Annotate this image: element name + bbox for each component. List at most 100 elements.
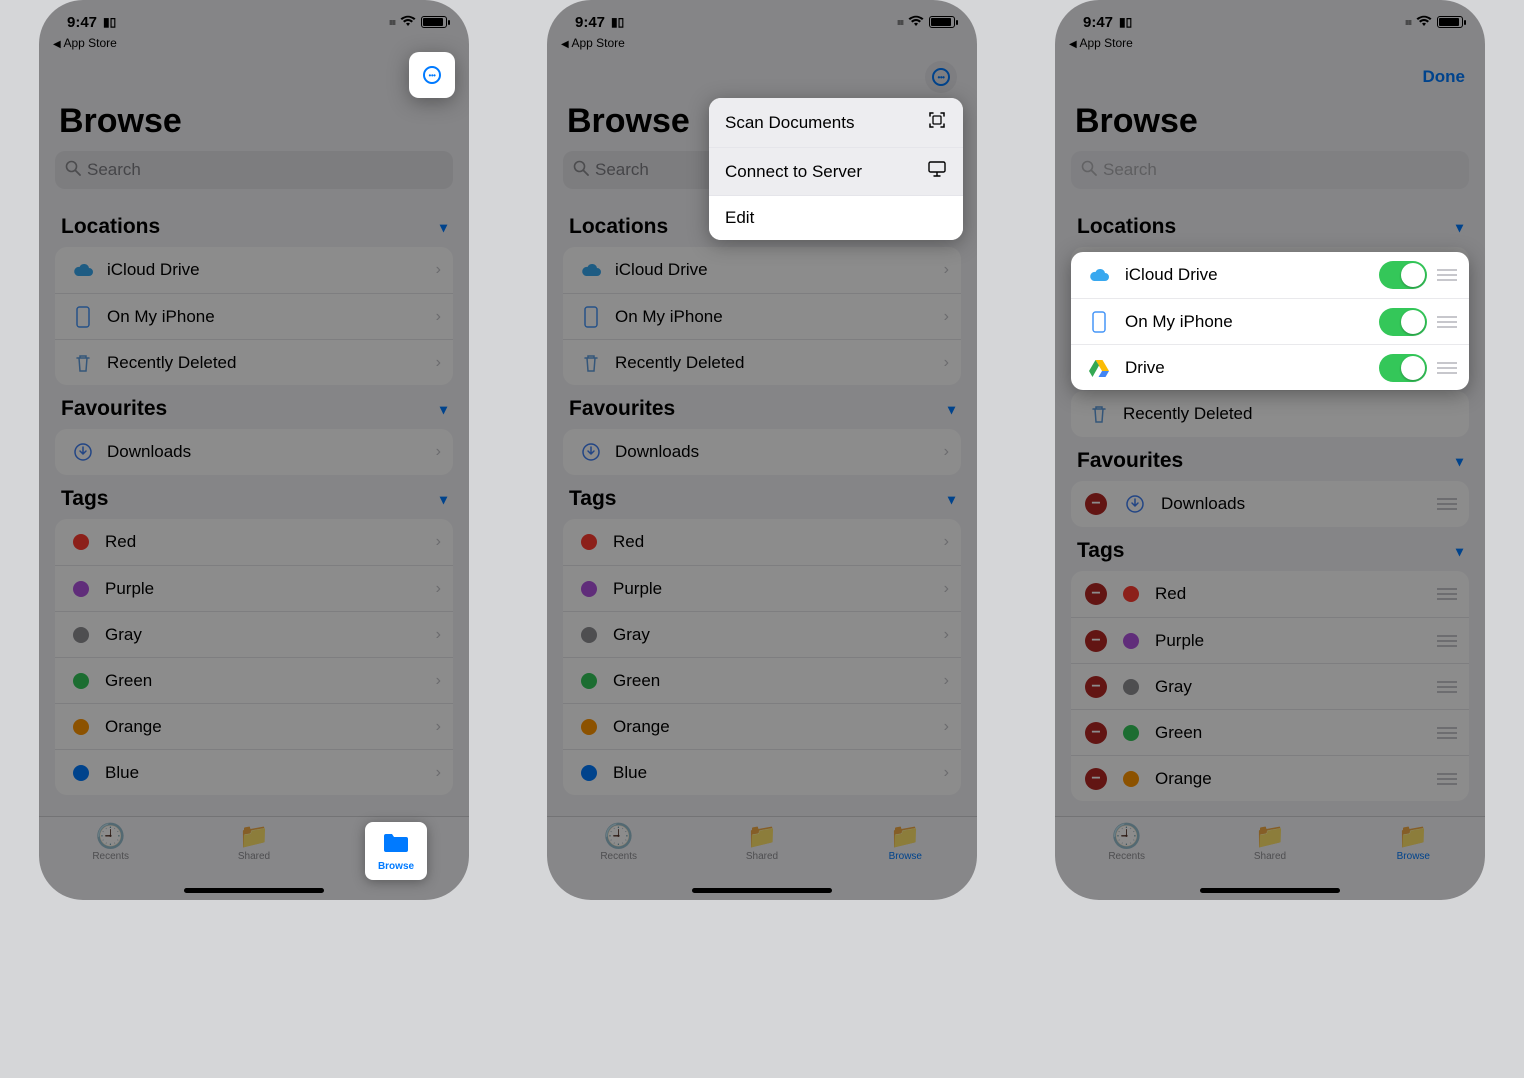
tag-dot-icon — [73, 719, 89, 735]
location-icloud[interactable]: iCloud Drive› — [563, 247, 961, 293]
tab-browse[interactable]: 📁Browse — [1342, 817, 1485, 900]
download-icon — [1121, 494, 1149, 514]
more-button[interactable]: ••• — [925, 61, 957, 93]
tag-dot-icon — [73, 673, 89, 689]
tag-gray[interactable]: Gray› — [55, 611, 453, 657]
chevron-down-icon: ▾ — [440, 219, 447, 236]
tab-recents[interactable]: 🕘Recents — [547, 817, 690, 900]
menu-edit[interactable]: Edit — [709, 196, 963, 240]
search-input[interactable]: Search — [1071, 151, 1469, 189]
back-to-app[interactable]: App Store — [39, 36, 469, 56]
toggle-drive[interactable] — [1379, 354, 1427, 382]
tab-recents[interactable]: 🕘Recents — [39, 817, 182, 900]
tag-blue[interactable]: Blue› — [563, 749, 961, 795]
home-indicator[interactable] — [692, 888, 832, 893]
panel-browse-edit-mode: 9:47▮▯ ıııı App Store Done Browse Search… — [1055, 0, 1485, 900]
clock-icon: 🕘 — [96, 825, 126, 849]
download-icon — [69, 442, 97, 462]
location-icloud[interactable]: iCloud Drive › — [55, 247, 453, 293]
tag-gray[interactable]: Gray› — [563, 611, 961, 657]
status-time: 9:47 — [67, 14, 97, 31]
tab-recents[interactable]: 🕘Recents — [1055, 817, 1198, 900]
more-icon: ••• — [423, 66, 441, 84]
page-title: Browse — [39, 96, 469, 151]
edit-location-drive[interactable]: Drive — [1071, 344, 1469, 390]
phone-icon — [69, 306, 97, 328]
scan-icon — [927, 110, 947, 135]
section-favourites[interactable]: Favourites ▾ — [55, 385, 453, 429]
tag-green-edit[interactable]: −Green — [1071, 709, 1469, 755]
battery-icon — [421, 16, 447, 28]
location-recently-deleted[interactable]: Recently Deleted› — [563, 339, 961, 385]
panel-browse-menu-open: 9:47▮▯ ıııı App Store ••• Browse Search … — [547, 0, 977, 900]
search-input[interactable]: Search — [55, 151, 453, 189]
location-recently-deleted[interactable]: Recently Deleted — [1071, 391, 1469, 437]
menu-connect-to-server[interactable]: Connect to Server — [709, 148, 963, 196]
tab-browse[interactable]: 📁Browse — [834, 817, 977, 900]
favourite-downloads-edit[interactable]: − Downloads — [1071, 481, 1469, 527]
cellular-secondary-icon: ıııı — [389, 17, 395, 27]
location-on-my-iphone[interactable]: On My iPhone › — [55, 293, 453, 339]
location-on-my-iphone[interactable]: On My iPhone› — [563, 293, 961, 339]
sim-icon: ▮▯ — [103, 15, 116, 29]
context-menu: Scan Documents Connect to Server Edit — [709, 98, 963, 240]
section-tags[interactable]: Tags ▾ — [55, 475, 453, 519]
tag-green[interactable]: Green› — [563, 657, 961, 703]
status-bar: 9:47 ▮▯ ıııı — [39, 0, 469, 36]
section-favourites[interactable]: Favourites▾ — [1071, 437, 1469, 481]
done-button[interactable]: Done — [1423, 67, 1466, 87]
trash-icon — [69, 353, 97, 373]
reorder-handle-icon[interactable] — [1437, 588, 1457, 600]
section-locations[interactable]: Locations ▾ — [55, 203, 453, 247]
tag-red[interactable]: Red› — [563, 519, 961, 565]
tag-dot-icon — [73, 534, 89, 550]
cloud-icon — [69, 262, 97, 278]
menu-scan-documents[interactable]: Scan Documents — [709, 98, 963, 148]
location-recently-deleted[interactable]: Recently Deleted › — [55, 339, 453, 385]
reorder-handle-icon[interactable] — [1437, 362, 1457, 374]
chevron-down-icon: ▾ — [440, 491, 447, 508]
search-icon — [1081, 160, 1097, 181]
reorder-handle-icon[interactable] — [1437, 316, 1457, 328]
highlight-tab-browse[interactable]: Browse — [365, 822, 427, 880]
highlight-more-button[interactable]: ••• — [409, 52, 455, 98]
home-indicator[interactable] — [184, 888, 324, 893]
back-to-app[interactable]: App Store — [1055, 36, 1485, 56]
tag-green[interactable]: Green› — [55, 657, 453, 703]
section-locations[interactable]: Locations▾ — [1071, 203, 1469, 247]
search-icon — [573, 160, 589, 181]
remove-icon[interactable]: − — [1085, 493, 1107, 515]
panel-browse-more-highlighted: 9:47 ▮▯ ıııı App Store ••• Browse Search… — [39, 0, 469, 900]
chevron-right-icon: › — [436, 261, 441, 279]
tag-gray-edit[interactable]: −Gray — [1071, 663, 1469, 709]
chevron-right-icon: › — [436, 354, 441, 372]
back-to-app[interactable]: App Store — [547, 36, 977, 56]
tag-purple-edit[interactable]: −Purple — [1071, 617, 1469, 663]
chevron-down-icon: ▾ — [440, 401, 447, 418]
favourite-downloads[interactable]: Downloads › — [55, 429, 453, 475]
toggle-icloud[interactable] — [1379, 261, 1427, 289]
page-title: Browse — [1055, 96, 1485, 151]
section-tags[interactable]: Tags▾ — [1071, 527, 1469, 571]
tag-orange[interactable]: Orange› — [563, 703, 961, 749]
home-indicator[interactable] — [1200, 888, 1340, 893]
chevron-right-icon: › — [436, 443, 441, 461]
cloud-icon — [1085, 267, 1113, 283]
edit-location-icloud[interactable]: iCloud Drive — [1071, 252, 1469, 298]
edit-location-on-my-iphone[interactable]: On My iPhone — [1071, 298, 1469, 344]
toggle-on-my-iphone[interactable] — [1379, 308, 1427, 336]
favourite-downloads[interactable]: Downloads› — [563, 429, 961, 475]
tag-purple[interactable]: Purple› — [55, 565, 453, 611]
trash-icon — [1085, 404, 1113, 424]
chevron-right-icon: › — [436, 308, 441, 326]
reorder-handle-icon[interactable] — [1437, 498, 1457, 510]
tag-red[interactable]: Red› — [55, 519, 453, 565]
tag-orange[interactable]: Orange› — [55, 703, 453, 749]
tag-red-edit[interactable]: −Red — [1071, 571, 1469, 617]
tag-purple[interactable]: Purple› — [563, 565, 961, 611]
tag-orange-edit[interactable]: −Orange — [1071, 755, 1469, 801]
wifi-icon — [400, 14, 416, 30]
reorder-handle-icon[interactable] — [1437, 269, 1457, 281]
remove-icon[interactable]: − — [1085, 583, 1107, 605]
tag-blue[interactable]: Blue› — [55, 749, 453, 795]
